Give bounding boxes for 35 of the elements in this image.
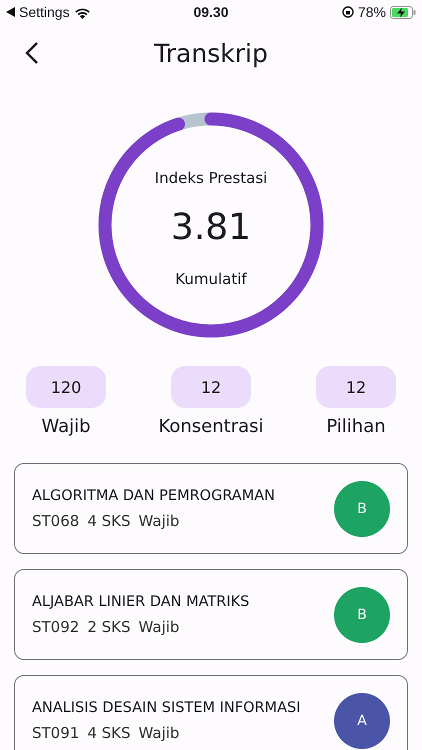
credit-category-label: Wajib xyxy=(41,416,91,437)
course-credits: 4 SKS xyxy=(87,512,131,530)
credit-category-label: Konsentrasi xyxy=(158,416,264,437)
grade-circle: A xyxy=(334,692,390,748)
course-code: ST068 xyxy=(32,512,80,530)
course-credits: 4 SKS xyxy=(87,724,131,742)
gpa-caption: Kumulatif xyxy=(175,270,247,288)
battery-charging-icon xyxy=(390,6,416,18)
grade-circle: B xyxy=(334,586,390,642)
course-credits: 2 SKS xyxy=(87,618,131,636)
gpa-value: 3.81 xyxy=(170,206,252,248)
page-title: Transkrip xyxy=(153,38,269,68)
back-triangle-icon[interactable] xyxy=(6,7,15,17)
course-code: ST092 xyxy=(32,618,80,636)
course-type: Wajib xyxy=(138,724,180,742)
credit-category-label: Pilihan xyxy=(326,416,386,437)
course-type: Wajib xyxy=(138,512,180,530)
course-code: ST091 xyxy=(32,724,80,742)
course-name: ALJABAR LINIER DAN MATRIKS xyxy=(32,594,250,610)
course-card[interactable]: ALGORITMA DAN PEMROGRAMAN ST068 4 SKS Wajib B xyxy=(14,463,408,554)
gpa-label: Indeks Prestasi xyxy=(154,168,268,186)
wifi-icon xyxy=(74,6,91,18)
course-card[interactable]: ANALISIS DESAIN SISTEM INFORMASI ST091 4 SKS Wajib A xyxy=(14,675,408,750)
course-card[interactable]: ALJABAR LINIER DAN MATRIKS ST092 2 SKS Wajib B xyxy=(14,569,408,660)
credit-count-chip: 12 xyxy=(171,366,251,408)
course-type: Wajib xyxy=(138,618,180,636)
course-name: ALGORITMA DAN PEMROGRAMAN xyxy=(32,488,276,504)
grade-circle: B xyxy=(334,480,390,536)
clock-time: 09.30 xyxy=(193,4,229,20)
credit-count-chip: 120 xyxy=(26,366,106,408)
credit-count-chip: 12 xyxy=(316,366,396,408)
rotation-lock-icon xyxy=(342,6,354,18)
back-app-label[interactable]: Settings xyxy=(19,4,70,20)
battery-percent: 78% xyxy=(358,4,386,20)
course-name: ANALISIS DESAIN SISTEM INFORMASI xyxy=(32,700,300,716)
